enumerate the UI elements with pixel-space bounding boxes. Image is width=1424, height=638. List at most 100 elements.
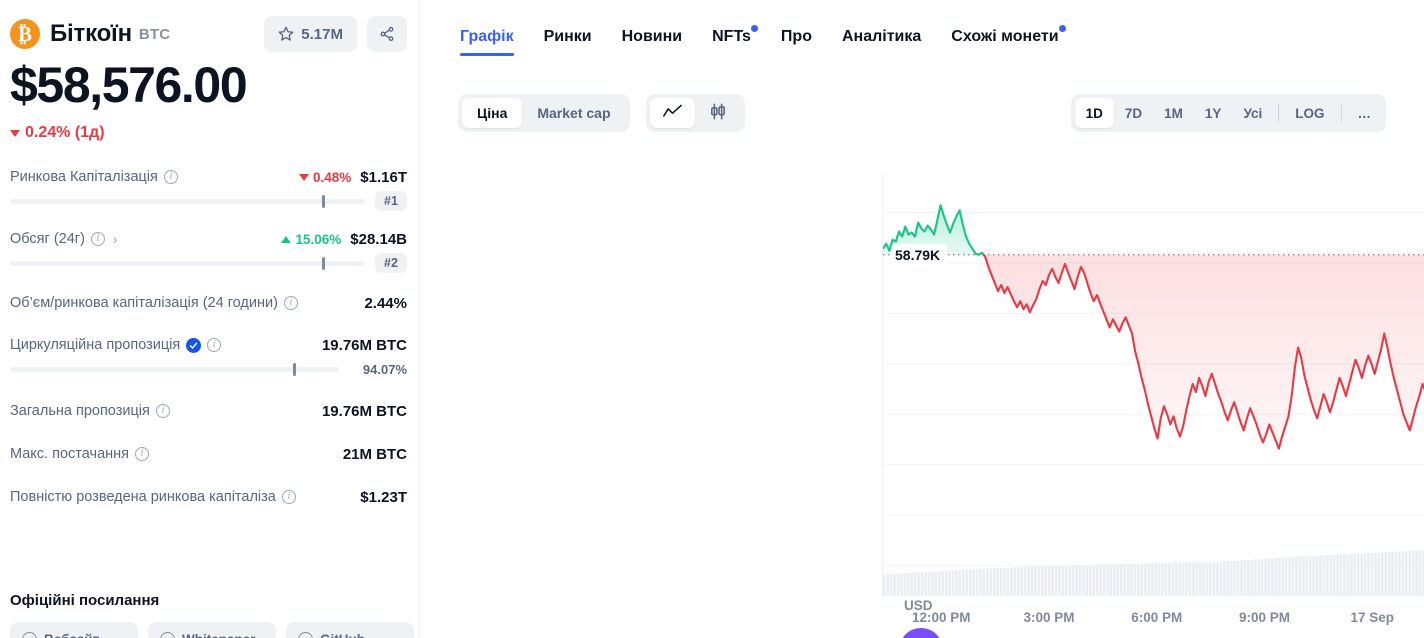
chart-svg [883,204,1424,596]
watchlist-button[interactable]: 5.17M [264,16,357,52]
stat-value: 21M BTC [342,445,407,463]
info-icon[interactable]: i [283,296,298,310]
stat-change-value: 0.48% [313,169,352,185]
official-link-github[interactable]: GitHub [286,622,414,638]
tab-analytics[interactable]: Аналітика [842,28,921,56]
progress-track [10,194,365,208]
official-link-website[interactable]: Вебсайт [10,622,138,638]
stat-value: $28.14B [350,230,407,248]
stat-label: Обсяг (24г) [10,231,85,247]
chart-type-toggle-group [645,94,745,132]
stat-value: 19.76M BTC [321,402,407,420]
info-icon[interactable]: i [207,338,222,352]
star-icon [278,26,294,42]
metric-price-button[interactable]: Ціна [462,98,523,128]
caret-down-icon [10,129,20,137]
chart-area-fill [883,205,1424,449]
globe-icon [22,631,37,638]
chart-x-axis: 12:00 PM3:00 PM6:00 PM9:00 PM17 Sep3:00 … [882,606,1424,636]
stat-value: $1.23T [360,488,407,506]
official-links-title: Офіційні посилання [10,592,160,609]
candlestick-chart-button[interactable] [695,98,741,128]
stat-row-total-supply: Загальна пропозиція i 19.76M BTC [10,398,407,424]
candlestick-chart-icon [708,103,728,123]
info-icon[interactable]: i [135,447,149,461]
stat-value: 2.44% [364,294,407,312]
supply-percent: 94.07% [362,361,407,377]
code-icon [298,631,313,638]
tab-nfts[interactable]: NFTs [712,25,758,56]
coin-detail-page: ₿ Біткоїн BTC 5.17M $58,576.00 0.24% (1д… [0,0,1424,638]
range-all-button[interactable]: Усі [1232,98,1273,128]
coin-price-change: 0.24% (1д) [10,124,407,142]
info-icon[interactable]: i [155,404,170,418]
stat-value: $1.16T [360,168,407,186]
stat-label: Повністю розведена ринкова капіталіза [10,489,276,505]
stat-bar: #1 [10,190,407,212]
bitcoin-logo-icon: ₿ [10,19,40,49]
x-axis-tick: 3:00 PM [1023,610,1075,625]
coin-statistics-list: Ринкова Капіталізація i 0.48% $1.16T #1 … [10,164,407,510]
caret-up-icon [281,235,292,243]
range-1m-button[interactable]: 1M [1153,98,1194,128]
tab-similar-coins[interactable]: Схожі монети [951,25,1066,56]
watchlist-count: 5.17M [301,25,343,43]
info-icon[interactable]: i [281,490,296,504]
verified-badge-icon [186,337,202,353]
coin-stats-sidebar: ₿ Біткоїн BTC 5.17M $58,576.00 0.24% (1д… [0,0,420,638]
range-1y-button[interactable]: 1Y [1194,98,1233,128]
notification-dot-icon [1058,25,1066,32]
stat-row-volume-marketcap-ratio: Об’єм/ринкова капіталізація (24 години) … [10,290,407,316]
tab-label: NFTs [712,28,751,45]
range-1d-button[interactable]: 1D [1074,98,1114,128]
log-scale-button[interactable]: LOG [1284,98,1335,128]
stat-row-volume-24h: Обсяг (24г) i › 15.06% $28.14B #2 [10,226,407,274]
stat-row-market-cap: Ринкова Капіталізація i 0.48% $1.16T #1 [10,164,407,212]
tab-markets[interactable]: Ринки [544,28,592,56]
chevron-right-icon[interactable]: › [113,231,118,247]
tab-label: Схожі монети [951,28,1059,45]
tab-label: Аналітика [841,28,922,45]
metric-marketcap-button[interactable]: Market cap [522,98,625,128]
progress-knob [292,362,296,376]
stat-value: 19.76M BTC [321,336,407,354]
tab-chart[interactable]: Графік [460,28,514,56]
line-chart-icon [662,104,682,122]
stat-change-value: 15.06% [295,231,342,247]
range-7d-button[interactable]: 7D [1114,98,1153,128]
stat-label: Ринкова Капіталізація [10,169,158,185]
info-icon[interactable]: i [90,232,105,246]
share-button[interactable] [367,16,407,52]
document-icon [160,631,175,638]
official-link-label: Вебсайт [44,632,99,638]
tab-label: Графік [460,28,514,45]
progress-knob [322,194,326,208]
metric-label: Market cap [537,105,611,121]
stat-change: 0.48% [299,170,351,185]
stat-bar: #2 [10,252,407,274]
price-chart: 58.79K CoinMarketCap 58.50K 58.58K 59.00… [882,172,1424,638]
caret-down-icon [299,173,310,181]
rank-badge: #1 [375,191,407,211]
coin-price: $58,576.00 [10,57,248,113]
divider [1278,104,1280,122]
divider [1340,104,1342,122]
range-label: Усі [1243,105,1263,121]
line-chart-button[interactable] [649,98,695,128]
info-icon[interactable]: i [163,170,178,184]
tab-label: Новини [621,28,683,45]
chart-more-options-button[interactable]: … [1347,98,1383,128]
official-links-row: Вебсайт Whitepaper GitHub [10,622,414,638]
metric-toggle-group: Ціна Market cap [458,94,630,132]
tab-about[interactable]: Про [781,28,812,56]
range-label: 1Y [1204,105,1222,121]
chart-plot-area[interactable]: 58.79K CoinMarketCap [882,172,1424,638]
x-axis-tick: 6:00 PM [1131,610,1183,625]
progress-knob [322,256,326,270]
x-axis-tick: 9:00 PM [1238,610,1291,625]
range-label: 1D [1085,105,1103,121]
tab-news[interactable]: Новини [622,28,683,56]
tab-label: Ринки [543,28,592,45]
stat-label: Макс. постачання [10,446,129,462]
official-link-whitepaper[interactable]: Whitepaper [148,622,276,638]
